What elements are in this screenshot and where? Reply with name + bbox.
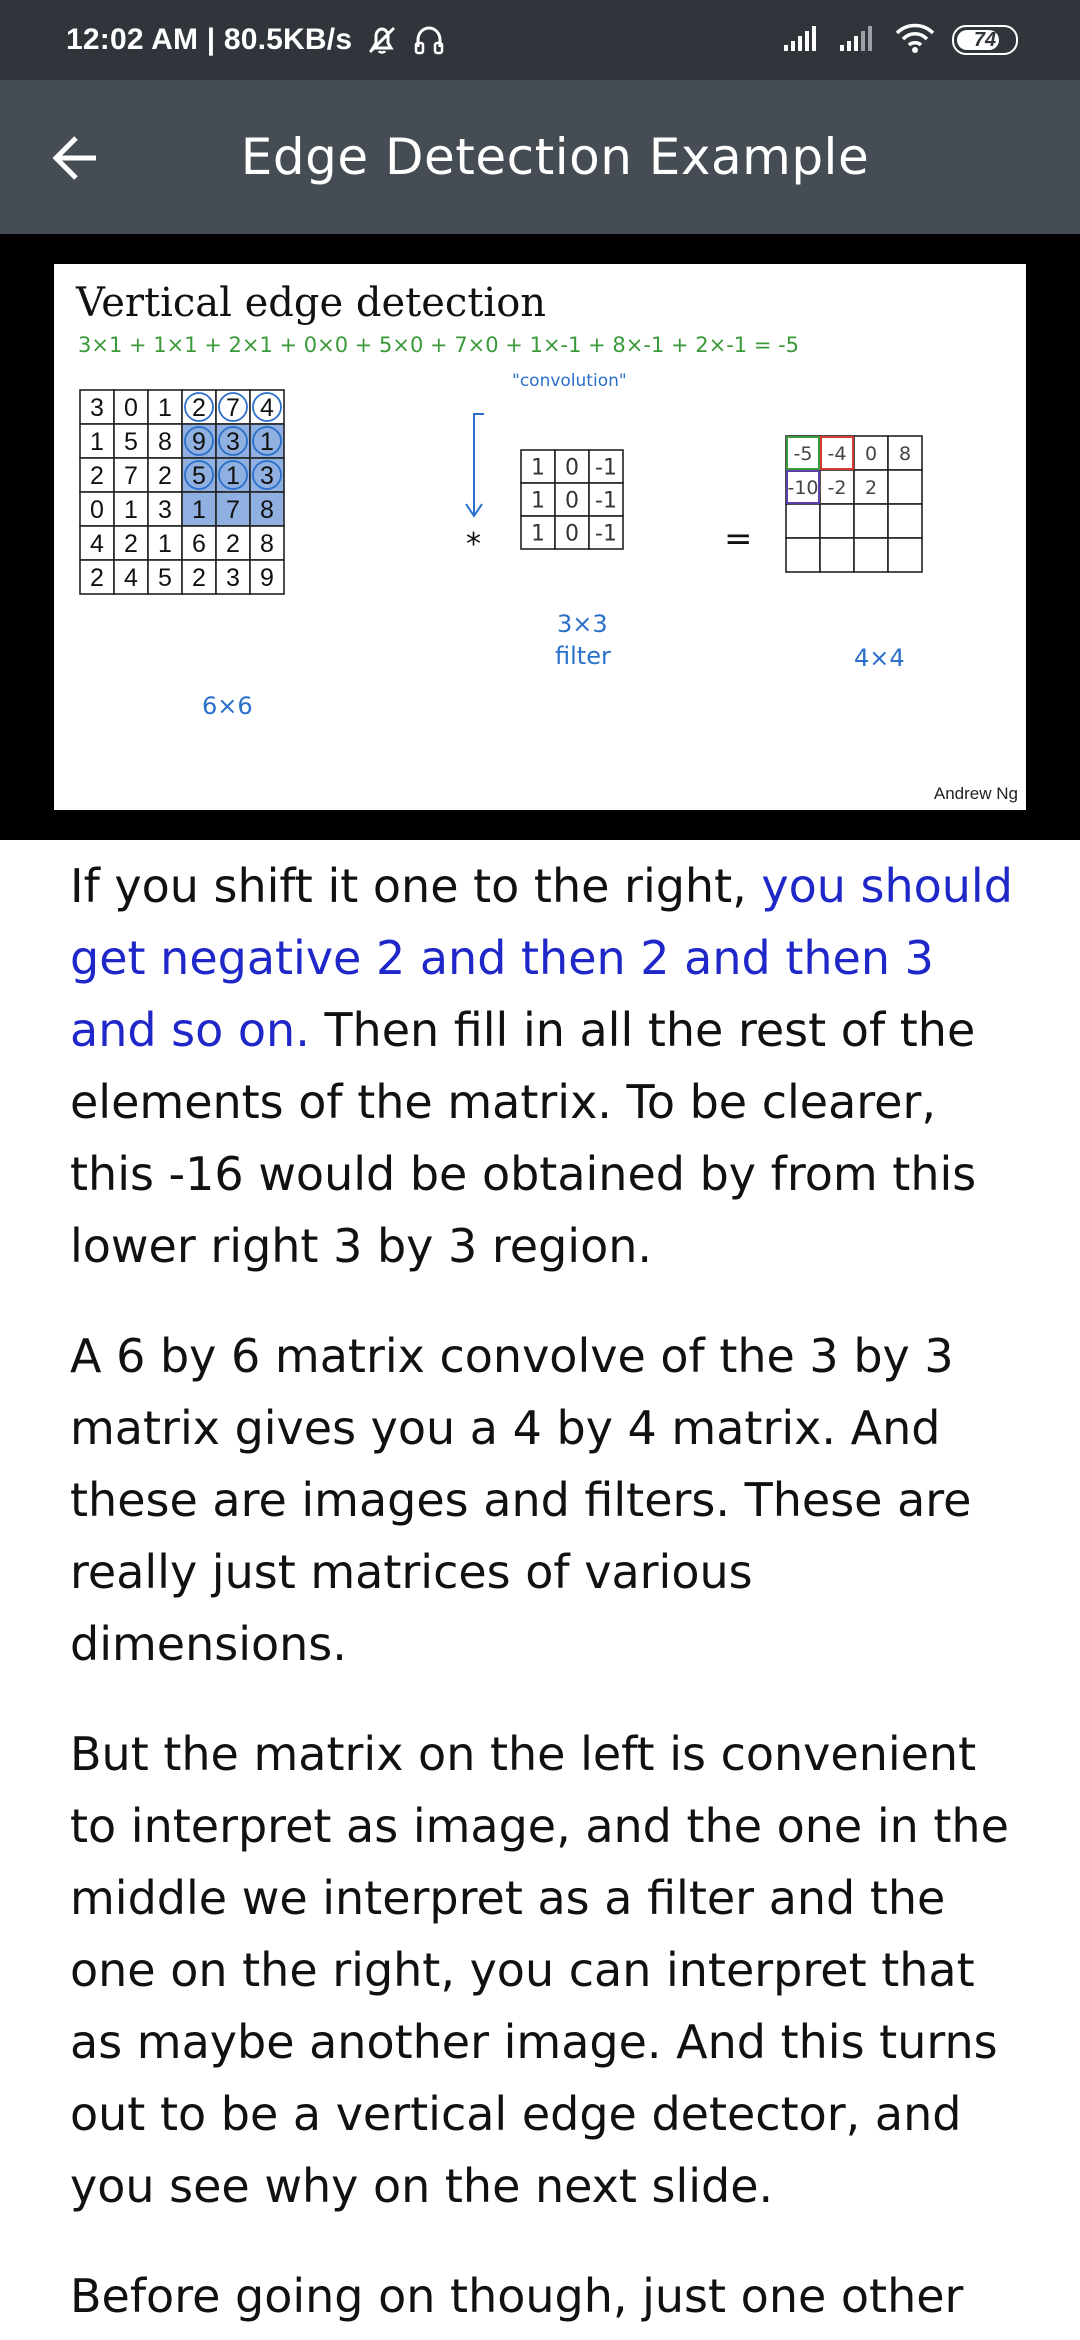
video-player[interactable]: Vertical edge detection 3×1 + 1×1 + 2×1 … bbox=[0, 234, 1080, 840]
image-matrix: 3 0 1 2 7 41 5 8 9 3 12 7 2 5 1 30 1 3 1 7 84 2 1 6 2 82 4 5 2 3 9 bbox=[79, 389, 285, 595]
output-cell-value: -2 bbox=[828, 477, 847, 499]
image-cell-value: 6 bbox=[192, 530, 206, 558]
image-cell-value: 1 bbox=[260, 428, 274, 456]
image-cell-value: 3 bbox=[90, 394, 104, 422]
headset-icon bbox=[412, 23, 446, 57]
image-cell-value: 5 bbox=[158, 564, 172, 592]
convolution-arrow bbox=[473, 413, 484, 514]
image-cell-value: 1 bbox=[158, 394, 172, 422]
status-time-speed: 12:02 AM | 80.5KB/s bbox=[66, 23, 353, 56]
output-cell bbox=[785, 537, 821, 573]
status-left: 12:02 AM | 80.5KB/s bbox=[66, 0, 446, 80]
filter-label: filter bbox=[555, 642, 611, 670]
image-cell-value: 0 bbox=[90, 496, 104, 524]
image-cell-value: 4 bbox=[260, 394, 274, 422]
filter-cell-value: 1 bbox=[531, 521, 545, 546]
signal-icon bbox=[782, 23, 822, 58]
filter-size-label: 3×3 bbox=[557, 610, 608, 638]
transcript-paragraph: Before going on though, just one other bbox=[70, 2269, 964, 2323]
image-cell-value: 2 bbox=[90, 564, 104, 592]
lecture-slide: Vertical edge detection 3×1 + 1×1 + 2×1 … bbox=[54, 264, 1026, 810]
image-size-label: 6×6 bbox=[202, 692, 253, 720]
image-cell-value: 8 bbox=[260, 496, 274, 524]
image-cell-value: 9 bbox=[260, 564, 274, 592]
transcript-paragraph: If you shift it one to the right, you sh… bbox=[70, 850, 1030, 1282]
image-cell-value: 1 bbox=[90, 428, 104, 456]
signal-icon bbox=[838, 23, 878, 58]
output-cell bbox=[819, 503, 855, 539]
battery-level: 74 bbox=[973, 28, 997, 51]
filter-cell-value: 0 bbox=[565, 488, 579, 513]
filter-cell-value: -1 bbox=[595, 488, 617, 513]
output-cell-value: 8 bbox=[899, 443, 911, 465]
output-cell bbox=[887, 469, 923, 505]
filter-cell-value: 1 bbox=[531, 488, 545, 513]
wifi-icon bbox=[894, 22, 936, 59]
image-cell-value: 2 bbox=[192, 564, 206, 592]
image-cell-value: 3 bbox=[158, 496, 172, 524]
image-cell-value: 9 bbox=[192, 428, 206, 456]
output-size-label: 4×4 bbox=[854, 644, 905, 672]
image-cell-value: 3 bbox=[226, 564, 240, 592]
image-cell-value: 4 bbox=[90, 530, 104, 558]
image-cell-value: 1 bbox=[158, 530, 172, 558]
slide-diagram: 3×1 + 1×1 + 2×1 + 0×0 + 5×0 + 7×0 + 1×-1… bbox=[78, 333, 923, 720]
image-cell-value: 7 bbox=[226, 496, 240, 524]
image-cell-value: 5 bbox=[192, 462, 206, 490]
image-cell-value: 2 bbox=[192, 394, 206, 422]
image-cell-value: 3 bbox=[260, 462, 274, 490]
image-cell-value: 1 bbox=[226, 462, 240, 490]
transcript-text: If you shift it one to the right, bbox=[70, 859, 762, 913]
image-cell-value: 1 bbox=[124, 496, 138, 524]
filter-cell-value: 1 bbox=[531, 455, 545, 480]
app-bar: Edge Detection Example bbox=[0, 80, 1080, 234]
output-cell-value: -10 bbox=[787, 477, 818, 499]
slide-equation: 3×1 + 1×1 + 2×1 + 0×0 + 5×0 + 7×0 + 1×-1… bbox=[78, 333, 799, 357]
output-cell bbox=[887, 503, 923, 539]
output-cell bbox=[853, 537, 889, 573]
image-cell-value: 5 bbox=[124, 428, 138, 456]
image-cell-value: 8 bbox=[158, 428, 172, 456]
image-cell-value: 0 bbox=[124, 394, 138, 422]
page-title: Edge Detection Example bbox=[240, 128, 870, 186]
image-cell-value: 7 bbox=[124, 462, 138, 490]
image-cell-value: 1 bbox=[192, 496, 206, 524]
operator-equals: = bbox=[724, 519, 753, 559]
output-cell bbox=[785, 503, 821, 539]
output-cell-value: 2 bbox=[865, 477, 877, 499]
image-cell-value: 8 bbox=[260, 530, 274, 558]
image-cell-value: 2 bbox=[226, 530, 240, 558]
output-cell-value: 0 bbox=[865, 443, 877, 465]
slide-credit: Andrew Ng bbox=[933, 784, 1018, 803]
convolution-label: "convolution" bbox=[512, 371, 627, 391]
image-cell-value: 3 bbox=[226, 428, 240, 456]
output-cell-value: -4 bbox=[828, 443, 847, 465]
battery-icon: 74 bbox=[952, 25, 1018, 55]
status-bar: 12:02 AM | 80.5KB/s 74 bbox=[0, 0, 1080, 80]
image-cell-value: 4 bbox=[124, 564, 138, 592]
image-cell-value: 2 bbox=[158, 462, 172, 490]
image-cell-value: 7 bbox=[226, 394, 240, 422]
filter-cell-value: 0 bbox=[565, 455, 579, 480]
alarm-off-icon bbox=[364, 22, 400, 58]
image-cell-value: 2 bbox=[90, 462, 104, 490]
image-cell-value: 2 bbox=[124, 530, 138, 558]
output-cell bbox=[819, 537, 855, 573]
status-right: 74 bbox=[782, 0, 1018, 80]
output-cell-value: -5 bbox=[794, 443, 813, 465]
output-cell bbox=[853, 503, 889, 539]
filter-cell-value: 0 bbox=[565, 521, 579, 546]
transcript: If you shift it one to the right, you sh… bbox=[70, 850, 1030, 2340]
filter-matrix: 1 0 -11 0 -11 0 -1 bbox=[520, 449, 624, 550]
operator-star: * bbox=[466, 527, 481, 562]
output-matrix: -5 -4 0 8 -10 -2 2 bbox=[785, 435, 923, 573]
transcript-paragraph: But the matrix on the left is convenient… bbox=[70, 1727, 1009, 2213]
output-cell bbox=[887, 537, 923, 573]
filter-cell-value: -1 bbox=[595, 455, 617, 480]
filter-cell-value: -1 bbox=[595, 521, 617, 546]
transcript-paragraph: A 6 by 6 matrix convolve of the 3 by 3 m… bbox=[70, 1329, 972, 1671]
